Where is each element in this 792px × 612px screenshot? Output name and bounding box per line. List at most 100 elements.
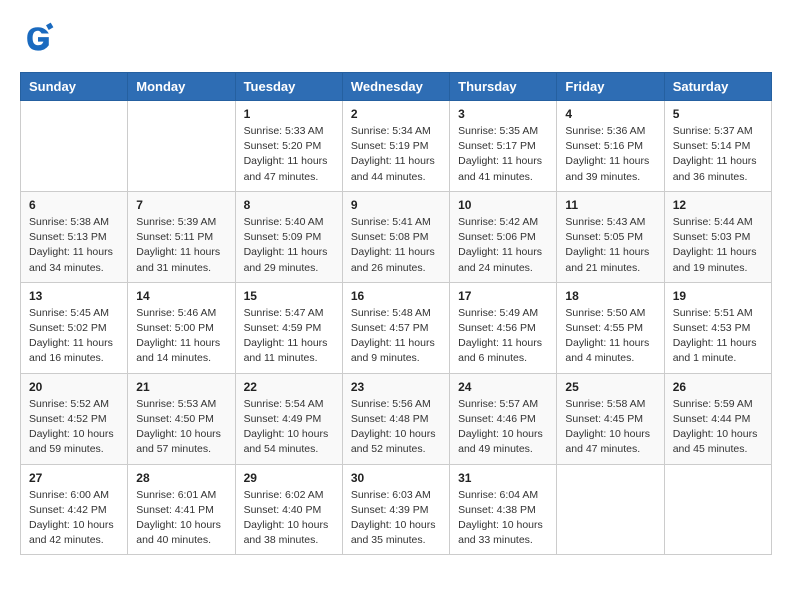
- weekday-header-saturday: Saturday: [664, 73, 771, 101]
- day-info: Sunrise: 5:45 AM Sunset: 5:02 PM Dayligh…: [29, 306, 119, 367]
- day-info: Sunrise: 5:57 AM Sunset: 4:46 PM Dayligh…: [458, 397, 548, 458]
- day-info: Sunrise: 5:52 AM Sunset: 4:52 PM Dayligh…: [29, 397, 119, 458]
- day-cell: 29Sunrise: 6:02 AM Sunset: 4:40 PM Dayli…: [235, 464, 342, 555]
- weekday-header-wednesday: Wednesday: [342, 73, 449, 101]
- day-number: 20: [29, 380, 119, 394]
- day-number: 9: [351, 198, 441, 212]
- day-cell: 3 Sunrise: 5:35 AM Sunset: 5:17 PM Daylig…: [450, 101, 557, 192]
- day-info: Sunrise: 5:44 AM Sunset: 5:03 PM Dayligh…: [673, 215, 763, 276]
- weekday-header-tuesday: Tuesday: [235, 73, 342, 101]
- day-cell: 28 Sunrise: 6:01 AM Sunset: 4:41 PM Dayli…: [128, 464, 235, 555]
- logo-icon: [20, 20, 56, 56]
- day-number: 6: [29, 198, 119, 212]
- day-number: 8: [244, 198, 334, 212]
- day-cell: 22Sunrise: 5:54 AM Sunset: 4:49 PM Dayli…: [235, 373, 342, 464]
- day-info: Sunrise: 5:42 AM Sunset: 5:06 PM Dayligh…: [458, 215, 548, 276]
- day-cell: 24 Sunrise: 5:57 AM Sunset: 4:46 PM Dayli…: [450, 373, 557, 464]
- day-info: Sunrise: 5:37 AM Sunset: 5:14 PM Dayligh…: [673, 124, 763, 185]
- day-info: Sunrise: 6:04 AM Sunset: 4:38 PM Dayligh…: [458, 488, 548, 549]
- day-info: Sunrise: 5:34 AM Sunset: 5:19 PM Dayligh…: [351, 124, 441, 185]
- day-cell: [21, 101, 128, 192]
- day-number: 4: [565, 107, 655, 121]
- day-cell: 18Sunrise: 5:50 AM Sunset: 4:55 PM Dayli…: [557, 282, 664, 373]
- day-info: Sunrise: 5:53 AM Sunset: 4:50 PM Dayligh…: [136, 397, 226, 458]
- day-info: Sunrise: 5:48 AM Sunset: 4:57 PM Dayligh…: [351, 306, 441, 367]
- day-info: Sunrise: 5:39 AM Sunset: 5:11 PM Dayligh…: [136, 215, 226, 276]
- day-number: 3: [458, 107, 548, 121]
- day-cell: 14 Sunrise: 5:46 AM Sunset: 5:00 PM Dayli…: [128, 282, 235, 373]
- week-row-0: 1 Sunrise: 5:33 AM Sunset: 5:20 PM Daylig…: [21, 101, 772, 192]
- day-info: Sunrise: 5:51 AM Sunset: 4:53 PM Dayligh…: [673, 306, 763, 367]
- day-cell: 25 Sunrise: 5:58 AM Sunset: 4:45 PM Dayli…: [557, 373, 664, 464]
- weekday-header-row: SundayMondayTuesdayWednesdayThursdayFrid…: [21, 73, 772, 101]
- day-info: Sunrise: 6:00 AM Sunset: 4:42 PM Dayligh…: [29, 488, 119, 549]
- weekday-header-sunday: Sunday: [21, 73, 128, 101]
- day-cell: 21Sunrise: 5:53 AM Sunset: 4:50 PM Dayli…: [128, 373, 235, 464]
- week-row-2: 13 Sunrise: 5:45 AM Sunset: 5:02 PM Dayli…: [21, 282, 772, 373]
- day-info: Sunrise: 5:46 AM Sunset: 5:00 PM Dayligh…: [136, 306, 226, 367]
- day-number: 30: [351, 471, 441, 485]
- day-number: 26: [673, 380, 763, 394]
- day-cell: 13 Sunrise: 5:45 AM Sunset: 5:02 PM Dayli…: [21, 282, 128, 373]
- calendar: SundayMondayTuesdayWednesdayThursdayFrid…: [20, 72, 772, 555]
- day-cell: [128, 101, 235, 192]
- day-cell: 6 Sunrise: 5:38 AM Sunset: 5:13 PM Daylig…: [21, 191, 128, 282]
- day-info: Sunrise: 6:02 AM Sunset: 4:40 PM Dayligh…: [244, 488, 334, 549]
- day-number: 25: [565, 380, 655, 394]
- day-number: 27: [29, 471, 119, 485]
- day-cell: 27 Sunrise: 6:00 AM Sunset: 4:42 PM Dayli…: [21, 464, 128, 555]
- day-cell: 15 Sunrise: 5:47 AM Sunset: 4:59 PM Dayli…: [235, 282, 342, 373]
- day-cell: 31 Sunrise: 6:04 AM Sunset: 4:38 PM Dayli…: [450, 464, 557, 555]
- day-cell: 16 Sunrise: 5:48 AM Sunset: 4:57 PM Dayli…: [342, 282, 449, 373]
- day-info: Sunrise: 5:56 AM Sunset: 4:48 PM Dayligh…: [351, 397, 441, 458]
- week-row-3: 20 Sunrise: 5:52 AM Sunset: 4:52 PM Dayli…: [21, 373, 772, 464]
- weekday-header-friday: Friday: [557, 73, 664, 101]
- day-cell: 5Sunrise: 5:37 AM Sunset: 5:14 PM Daylig…: [664, 101, 771, 192]
- day-number: 17: [458, 289, 548, 303]
- week-row-1: 6 Sunrise: 5:38 AM Sunset: 5:13 PM Daylig…: [21, 191, 772, 282]
- day-info: Sunrise: 5:47 AM Sunset: 4:59 PM Dayligh…: [244, 306, 334, 367]
- day-cell: 23 Sunrise: 5:56 AM Sunset: 4:48 PM Dayli…: [342, 373, 449, 464]
- day-cell: 1 Sunrise: 5:33 AM Sunset: 5:20 PM Daylig…: [235, 101, 342, 192]
- day-cell: 7 Sunrise: 5:39 AM Sunset: 5:11 PM Daylig…: [128, 191, 235, 282]
- day-cell: 30 Sunrise: 6:03 AM Sunset: 4:39 PM Dayli…: [342, 464, 449, 555]
- day-info: Sunrise: 5:36 AM Sunset: 5:16 PM Dayligh…: [565, 124, 655, 185]
- day-info: Sunrise: 5:35 AM Sunset: 5:17 PM Dayligh…: [458, 124, 548, 185]
- day-number: 14: [136, 289, 226, 303]
- day-cell: 20 Sunrise: 5:52 AM Sunset: 4:52 PM Dayli…: [21, 373, 128, 464]
- day-number: 24: [458, 380, 548, 394]
- day-cell: 10Sunrise: 5:42 AM Sunset: 5:06 PM Dayli…: [450, 191, 557, 282]
- day-info: Sunrise: 6:03 AM Sunset: 4:39 PM Dayligh…: [351, 488, 441, 549]
- day-number: 2: [351, 107, 441, 121]
- day-number: 16: [351, 289, 441, 303]
- day-info: Sunrise: 5:40 AM Sunset: 5:09 PM Dayligh…: [244, 215, 334, 276]
- day-cell: 2 Sunrise: 5:34 AM Sunset: 5:19 PM Daylig…: [342, 101, 449, 192]
- page-header: [20, 20, 772, 56]
- day-cell: 4 Sunrise: 5:36 AM Sunset: 5:16 PM Daylig…: [557, 101, 664, 192]
- day-number: 11: [565, 198, 655, 212]
- day-cell: 11Sunrise: 5:43 AM Sunset: 5:05 PM Dayli…: [557, 191, 664, 282]
- day-cell: 12 Sunrise: 5:44 AM Sunset: 5:03 PM Dayli…: [664, 191, 771, 282]
- day-cell: [557, 464, 664, 555]
- day-info: Sunrise: 5:38 AM Sunset: 5:13 PM Dayligh…: [29, 215, 119, 276]
- day-info: Sunrise: 5:54 AM Sunset: 4:49 PM Dayligh…: [244, 397, 334, 458]
- day-cell: 8 Sunrise: 5:40 AM Sunset: 5:09 PM Daylig…: [235, 191, 342, 282]
- day-number: 23: [351, 380, 441, 394]
- weekday-header-monday: Monday: [128, 73, 235, 101]
- day-number: 28: [136, 471, 226, 485]
- day-info: Sunrise: 5:58 AM Sunset: 4:45 PM Dayligh…: [565, 397, 655, 458]
- day-info: Sunrise: 5:50 AM Sunset: 4:55 PM Dayligh…: [565, 306, 655, 367]
- day-info: Sunrise: 6:01 AM Sunset: 4:41 PM Dayligh…: [136, 488, 226, 549]
- day-number: 12: [673, 198, 763, 212]
- day-number: 31: [458, 471, 548, 485]
- logo: [20, 20, 60, 56]
- day-number: 15: [244, 289, 334, 303]
- day-number: 13: [29, 289, 119, 303]
- day-cell: [664, 464, 771, 555]
- day-number: 7: [136, 198, 226, 212]
- week-row-4: 27 Sunrise: 6:00 AM Sunset: 4:42 PM Dayli…: [21, 464, 772, 555]
- day-cell: 19Sunrise: 5:51 AM Sunset: 4:53 PM Dayli…: [664, 282, 771, 373]
- day-number: 1: [244, 107, 334, 121]
- day-cell: 26Sunrise: 5:59 AM Sunset: 4:44 PM Dayli…: [664, 373, 771, 464]
- day-info: Sunrise: 5:33 AM Sunset: 5:20 PM Dayligh…: [244, 124, 334, 185]
